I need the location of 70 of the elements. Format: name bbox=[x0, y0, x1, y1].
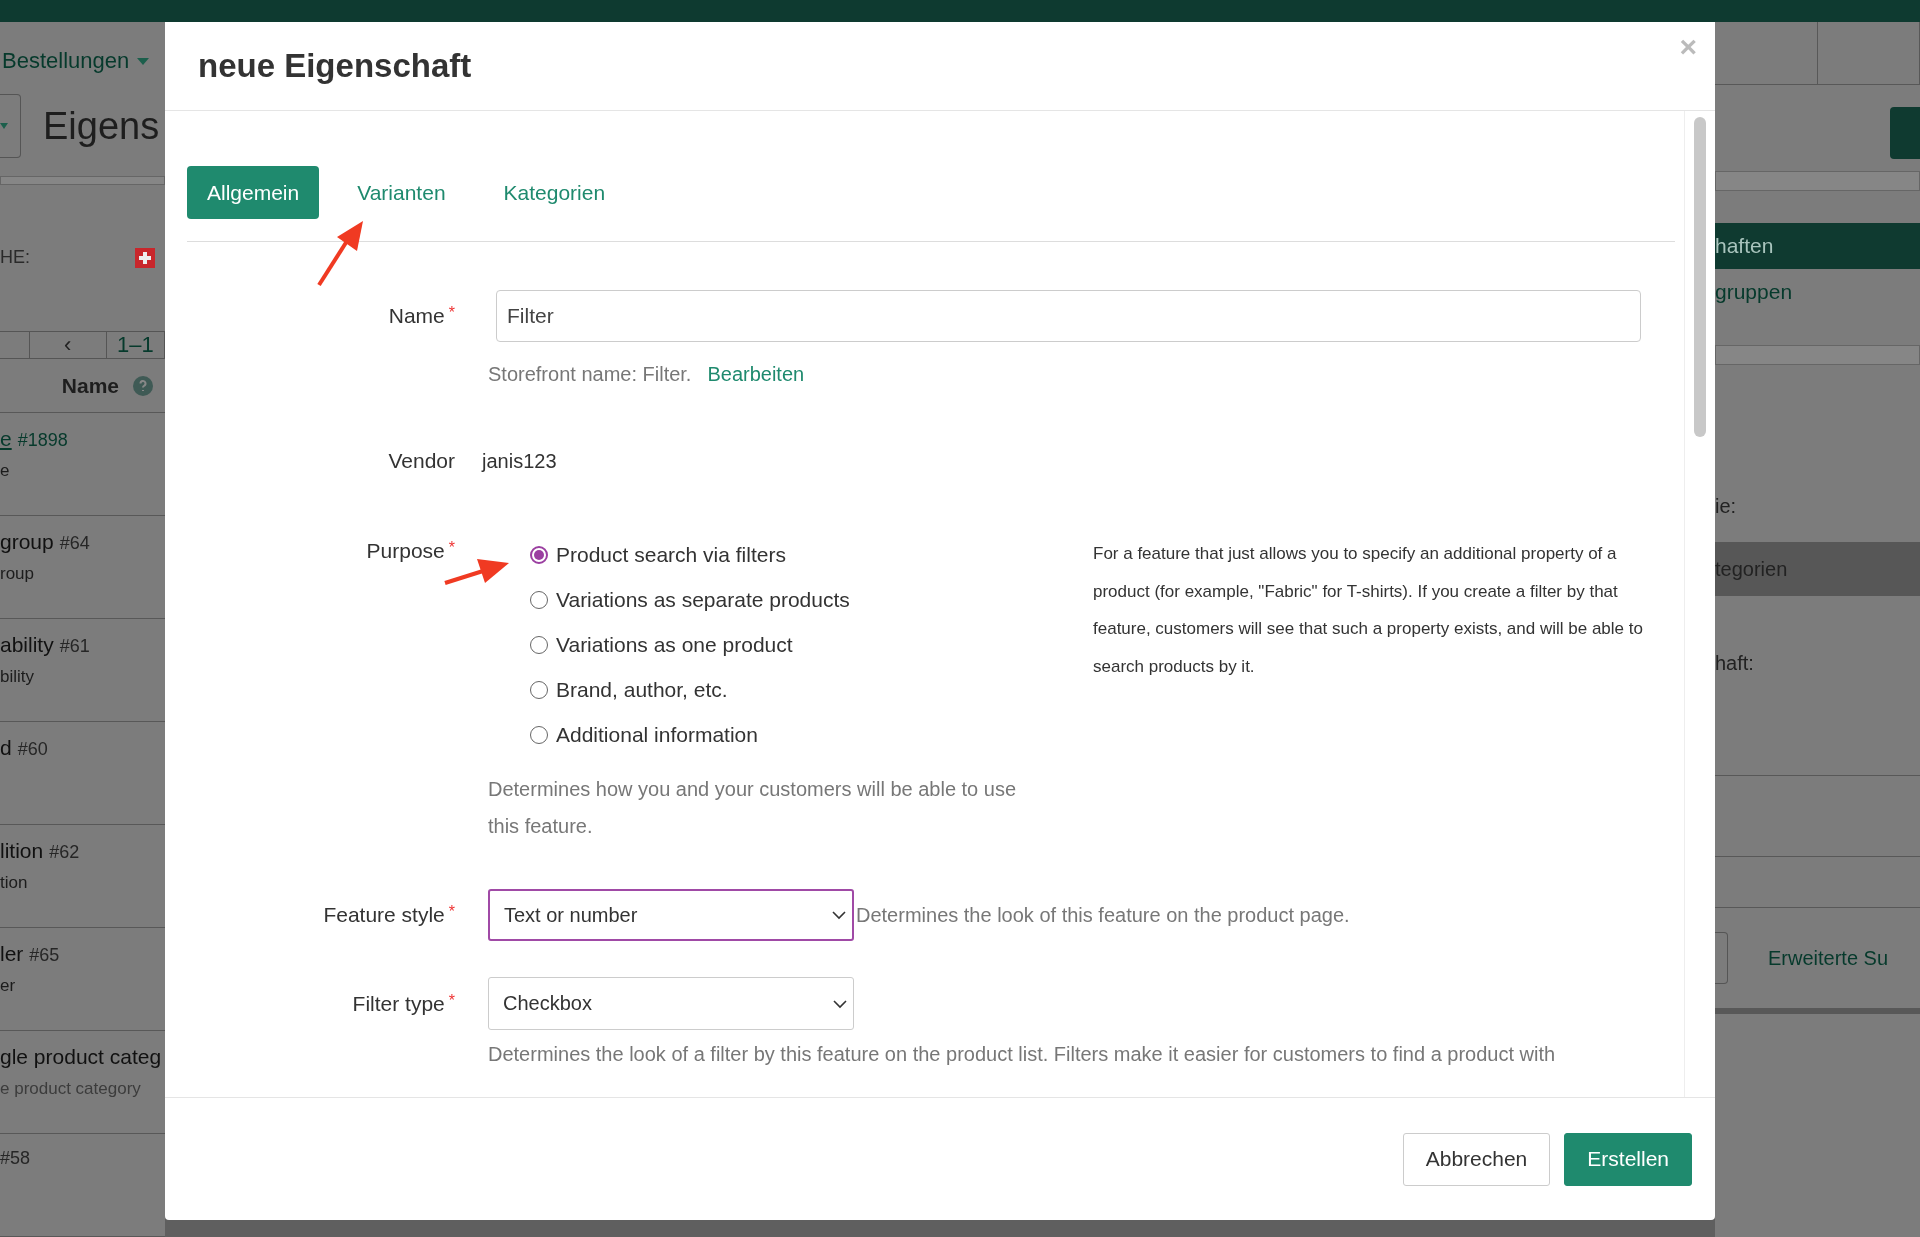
help-icon bbox=[133, 375, 153, 396]
field-label: Name * bbox=[388, 304, 455, 328]
row-subtitle: e bbox=[0, 461, 11, 481]
radio-option[interactable]: Variations as separate products bbox=[530, 584, 1093, 616]
hint-text: Determines the look of this feature on the product page. bbox=[856, 902, 1350, 928]
row-title: gle product categ bbox=[0, 1045, 162, 1069]
edit-link[interactable]: Bearbeiten bbox=[707, 363, 805, 385]
side-menu-item[interactable]: haften bbox=[1715, 223, 1920, 269]
row-title: ability bbox=[0, 633, 54, 657]
storefront-name-text: Storefront name: Filter. bbox=[488, 363, 692, 385]
required-mark: * bbox=[448, 539, 455, 556]
tab[interactable]: Kategorien bbox=[483, 166, 626, 219]
purpose-description: For a feature that just allows you to specify an additional property of a product (for example, "Fabric" for T-shirts). If you create a filter by that feature, customers will see that such a property exists, and will be able to search products by it. bbox=[1093, 543, 1644, 678]
chevron-down-icon bbox=[833, 998, 847, 1009]
nav-menu-item[interactable]: Bestellungen bbox=[2, 48, 165, 74]
row-title: group bbox=[0, 530, 54, 554]
scrollbar-thumb[interactable] bbox=[1694, 117, 1706, 437]
page-title: Eigens bbox=[43, 104, 160, 148]
hint-text: Determines the look of a filter by this feature on the product list. Filters make it easier for customers to find a product with bbox=[488, 1042, 1557, 1067]
row-subtitle: roup bbox=[0, 564, 36, 584]
row-id: #58 bbox=[0, 1148, 31, 1169]
previous-page-button[interactable]: ‹ bbox=[29, 332, 107, 359]
caret-down-icon bbox=[0, 123, 8, 129]
advanced-search-link[interactable]: Erweiterte Su bbox=[1768, 946, 1889, 970]
tab[interactable]: Varianten bbox=[337, 166, 466, 219]
side-label: haft: bbox=[1715, 652, 1755, 675]
required-mark: * bbox=[448, 304, 455, 321]
row-title: d bbox=[0, 736, 12, 760]
side-menu-item[interactable]: gruppen bbox=[1715, 269, 1920, 315]
radio-option[interactable]: Variations as one product bbox=[530, 629, 1093, 661]
row-subtitle: tion bbox=[0, 873, 29, 893]
row-subtitle: er bbox=[0, 976, 17, 996]
row-id: #62 bbox=[49, 842, 80, 863]
vendor-value: janis123 bbox=[482, 449, 558, 473]
name-input[interactable]: Filter bbox=[496, 290, 1641, 342]
side-label: ie: bbox=[1715, 495, 1738, 518]
row-id: #61 bbox=[59, 636, 90, 657]
row-id: #64 bbox=[59, 533, 90, 554]
field-label: Purpose * bbox=[366, 539, 455, 563]
filter-label: HE: bbox=[0, 247, 30, 269]
flag-icon bbox=[135, 247, 155, 268]
row-id: #65 bbox=[29, 945, 60, 966]
cancel-button[interactable]: Abbrechen bbox=[1402, 1132, 1551, 1186]
tab[interactable]: Allgemein bbox=[187, 166, 320, 219]
chevron-down-icon bbox=[832, 910, 846, 920]
dialog-title: neue Eigenschaft bbox=[198, 47, 472, 85]
field-label: Feature style * bbox=[323, 903, 455, 927]
dropdown[interactable]: Checkbox bbox=[488, 977, 854, 1030]
row-title[interactable]: e bbox=[0, 427, 12, 451]
row-subtitle: e product category bbox=[0, 1079, 142, 1099]
row-id: #60 bbox=[17, 739, 48, 760]
row-subtitle: bility bbox=[0, 667, 35, 687]
annotation-arrow bbox=[317, 219, 365, 287]
required-mark: * bbox=[448, 903, 455, 920]
hint-text: Determines how you and your customers will be able to use this feature. bbox=[488, 777, 1018, 839]
field-label: Filter type * bbox=[352, 991, 455, 1016]
row-title: lition bbox=[0, 839, 44, 863]
dropdown[interactable]: Text or number bbox=[488, 889, 854, 941]
row-title: ler bbox=[0, 942, 24, 966]
column-header: Name bbox=[61, 373, 119, 398]
radio-option[interactable]: Product search via filters bbox=[530, 539, 1093, 571]
caret-down-icon bbox=[137, 57, 150, 65]
radio-option[interactable]: Additional information bbox=[530, 719, 1093, 751]
search-field[interactable] bbox=[1715, 932, 1728, 984]
row-id: #1898 bbox=[17, 430, 68, 451]
field-label: Vendor bbox=[388, 449, 455, 473]
radio-option[interactable]: Brand, author, etc. bbox=[530, 674, 1093, 706]
required-mark: * bbox=[448, 991, 455, 1009]
radio-button[interactable] bbox=[530, 546, 548, 564]
create-button[interactable]: Erstellen bbox=[1564, 1132, 1692, 1186]
